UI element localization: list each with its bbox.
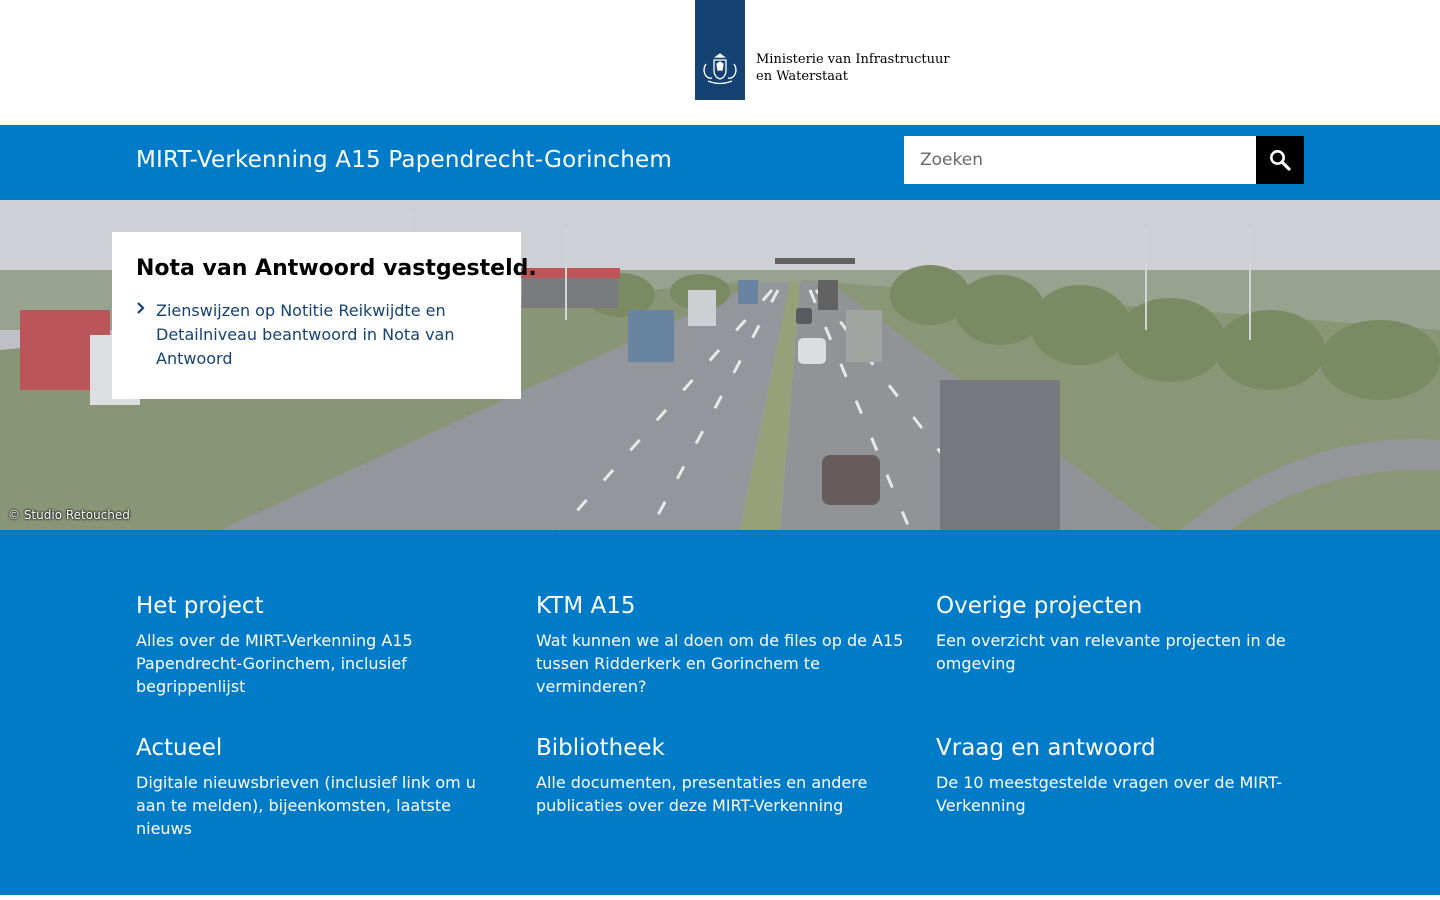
tile-het-project[interactable]: Het project Alles over de MIRT-Verkennin… (136, 593, 506, 698)
tile-ktm-a15[interactable]: KTM A15 Wat kunnen we al doen om de file… (536, 593, 906, 698)
tile-vraag-en-antwoord[interactable]: Vraag en antwoord De 10 meestgestelde vr… (936, 735, 1306, 817)
tile-bibliotheek[interactable]: Bibliotheek Alle documenten, presentatie… (536, 735, 906, 817)
tile-description: De 10 meestgestelde vragen over de MIRT-… (936, 773, 1283, 815)
site-header: MIRT-Verkenning A15 Papendrecht-Gorinche… (0, 125, 1440, 200)
announcement-link[interactable]: Zienswijzen op Notitie Reikwijdte en Det… (136, 299, 497, 371)
search-icon (1270, 150, 1291, 171)
tile-title[interactable]: Vraag en antwoord (936, 735, 1306, 761)
search-button[interactable] (1256, 136, 1304, 184)
rijksoverheid-logo[interactable] (695, 0, 745, 100)
tile-actueel[interactable]: Actueel Digitale nieuwsbrieven (inclusie… (136, 735, 506, 840)
tile-title[interactable]: KTM A15 (536, 593, 906, 619)
site-title[interactable]: MIRT-Verkenning A15 Papendrecht-Gorinche… (136, 147, 672, 173)
ministry-name-line1: Ministerie van Infrastructuur (756, 52, 950, 67)
announcement-title: Nota van Antwoord vastgesteld. (136, 256, 537, 281)
tile-description: Alles over de MIRT-Verkenning A15 Papend… (136, 631, 413, 696)
photo-credit: © Studio Retouched (8, 508, 130, 522)
tile-title[interactable]: Bibliotheek (536, 735, 906, 761)
announcement-card: Nota van Antwoord vastgesteld. Zienswijz… (112, 232, 537, 399)
logo-bar: Ministerie van Infrastructuur en Waterst… (0, 0, 1440, 125)
ministry-name: Ministerie van Infrastructuur en Waterst… (756, 51, 950, 85)
navigation-tiles: Het project Alles over de MIRT-Verkennin… (0, 530, 1440, 895)
tile-description: Wat kunnen we al doen om de files op de … (536, 631, 904, 696)
tile-title[interactable]: Overige projecten (936, 593, 1306, 619)
announcement-link-text: Zienswijzen op Notitie Reikwijdte en Det… (156, 301, 455, 368)
chevron-right-icon (137, 302, 145, 314)
footer-divider (0, 895, 1440, 900)
search-input[interactable] (904, 136, 1256, 184)
tile-overige-projecten[interactable]: Overige projecten Een overzicht van rele… (936, 593, 1306, 675)
ministry-name-line2: en Waterstaat (756, 69, 848, 84)
coat-of-arms-icon (703, 53, 737, 85)
tile-description: Digitale nieuwsbrieven (inclusief link o… (136, 773, 476, 838)
hero-banner: Nota van Antwoord vastgesteld. Zienswijz… (0, 200, 1440, 530)
tile-description: Een overzicht van relevante projecten in… (936, 631, 1286, 673)
tile-title[interactable]: Actueel (136, 735, 506, 761)
tile-title[interactable]: Het project (136, 593, 506, 619)
tile-description: Alle documenten, presentaties en andere … (536, 773, 868, 815)
